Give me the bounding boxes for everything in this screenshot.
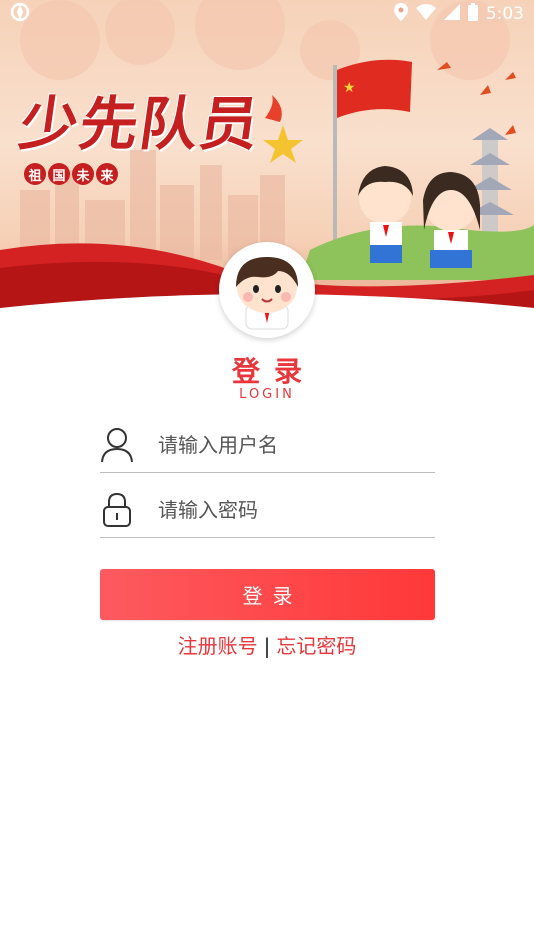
banner-badge: 未 bbox=[72, 163, 94, 185]
password-field[interactable] bbox=[100, 482, 435, 538]
location-icon bbox=[393, 2, 408, 26]
banner-badges: 祖 国 未 来 bbox=[24, 163, 260, 185]
avatar bbox=[219, 242, 315, 338]
banner-badge: 祖 bbox=[24, 163, 46, 185]
password-input[interactable] bbox=[158, 497, 418, 522]
login-button[interactable]: 登录 bbox=[100, 569, 435, 620]
status-time: 5:03 bbox=[485, 4, 524, 24]
link-separator: | bbox=[263, 634, 271, 658]
wifi-icon bbox=[415, 3, 436, 25]
user-outline-icon bbox=[100, 426, 134, 464]
battery-icon bbox=[467, 2, 478, 26]
status-bar: 5:03 bbox=[0, 0, 534, 28]
username-input[interactable] bbox=[158, 432, 418, 457]
banner-title-block: 少先队员 祖 国 未 来 bbox=[15, 90, 265, 185]
register-link[interactable]: 注册账号 bbox=[178, 634, 258, 658]
auth-links: 注册账号 | 忘记密码 bbox=[0, 630, 534, 659]
svg-text:★: ★ bbox=[343, 80, 356, 96]
signal-icon bbox=[443, 3, 460, 25]
forgot-password-link[interactable]: 忘记密码 bbox=[276, 634, 356, 658]
username-field[interactable] bbox=[100, 417, 435, 473]
banner-title: 少先队员 bbox=[15, 90, 265, 158]
login-heading: 登录 bbox=[231, 355, 316, 388]
login-subheading: LOGIN bbox=[239, 387, 295, 402]
pioneer-avatar-icon bbox=[224, 247, 310, 333]
app-notification-icon bbox=[10, 2, 30, 27]
lock-icon bbox=[100, 491, 134, 529]
banner-badge: 国 bbox=[48, 163, 70, 185]
banner-badge: 来 bbox=[96, 163, 118, 185]
